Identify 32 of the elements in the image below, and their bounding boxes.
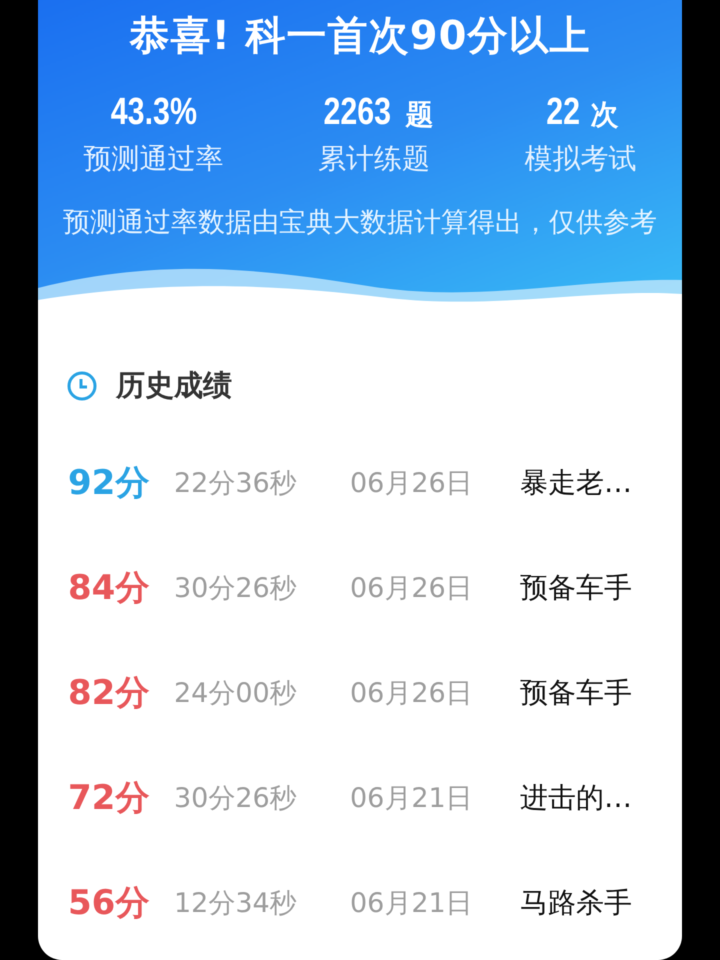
section-title: 历史成绩 (116, 367, 232, 404)
rank-text: 进击的… (520, 780, 632, 816)
score-text: 82分 (68, 672, 150, 714)
date-text: 06月21日 (350, 782, 474, 816)
clock-icon (66, 370, 98, 402)
duration-text: 22分36秒 (174, 466, 298, 500)
duration-text: 24分00秒 (174, 676, 298, 710)
rank-text: 预备车手 (520, 674, 632, 710)
stat-unit: 题 (405, 97, 434, 133)
date-text: 06月21日 (350, 886, 474, 920)
date-text: 06月26日 (350, 676, 474, 710)
stat-unit: 次 (590, 97, 619, 133)
duration-text: 30分26秒 (174, 782, 298, 816)
rank-text: 暴走老… (520, 464, 632, 500)
disclaimer-text: 预测通过率数据由宝典大数据计算得出，仅供参考 (63, 206, 657, 240)
date-text: 06月26日 (350, 572, 474, 606)
stat-value: 43.3% (110, 91, 197, 134)
score-text: 56分 (68, 882, 150, 924)
score-text: 72分 (68, 776, 150, 820)
rank-text: 马路杀手 (520, 884, 632, 920)
stat-label: 预测通过率 (84, 141, 224, 177)
date-text: 06月26日 (350, 466, 474, 500)
score-text: 84分 (68, 566, 150, 610)
stat-value: 2263 (323, 91, 391, 134)
stat-label: 累计练题 (318, 141, 430, 177)
congrats-title: 恭喜! 科一首次90分以上 (130, 12, 590, 61)
score-text: 92分 (68, 462, 150, 504)
rank-text: 预备车手 (520, 570, 632, 606)
duration-text: 12分34秒 (174, 886, 298, 920)
stat-value: 22 (546, 91, 580, 134)
stat-label: 模拟考试 (524, 141, 636, 177)
duration-text: 30分26秒 (174, 572, 298, 606)
